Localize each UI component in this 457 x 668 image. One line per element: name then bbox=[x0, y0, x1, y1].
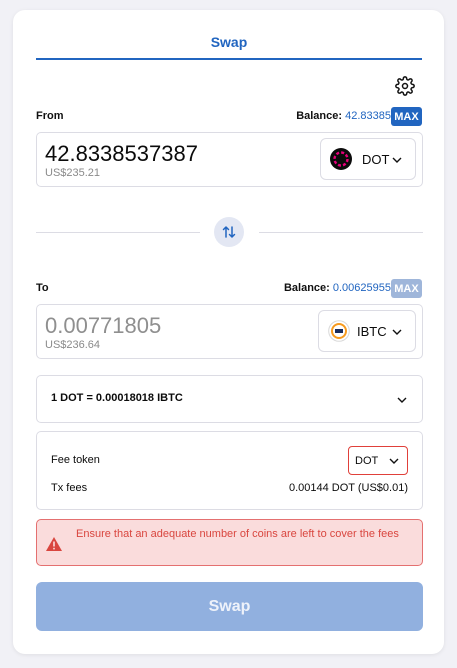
warning-alert: Ensure that an adequate number of coins … bbox=[36, 519, 423, 566]
fee-token-select[interactable]: DOT bbox=[348, 446, 408, 475]
to-balance: Balance: 0.00625955 bbox=[284, 282, 391, 294]
from-amount-input[interactable]: 42.8338537387 bbox=[45, 141, 198, 167]
chevron-down-icon bbox=[392, 157, 402, 163]
interbtc-icon bbox=[328, 320, 350, 342]
to-max-button[interactable]: MAX bbox=[391, 279, 422, 298]
to-balance-label: Balance: bbox=[283, 282, 330, 294]
chevron-down-icon bbox=[389, 458, 399, 464]
fees-panel: Fee token DOT Tx fees 0.00144 DOT (US$0.… bbox=[36, 431, 423, 510]
swap-submit-button[interactable]: Swap bbox=[36, 582, 423, 631]
from-balance: Balance: 42.83385 bbox=[296, 110, 391, 122]
from-input-box: 42.8338537387 US$235.21 DOT bbox=[36, 132, 423, 187]
to-label: To bbox=[36, 282, 49, 294]
divider-right bbox=[259, 232, 423, 233]
from-token-label: DOT bbox=[362, 151, 390, 167]
from-max-button[interactable]: MAX bbox=[391, 107, 422, 126]
exchange-rate: 1 DOT = 0.00018018 IBTC bbox=[51, 392, 183, 404]
warning-text: Ensure that an adequate number of coins … bbox=[76, 528, 399, 540]
warning-icon bbox=[46, 537, 62, 551]
polkadot-icon bbox=[330, 148, 352, 170]
from-label: From bbox=[36, 110, 64, 122]
tx-fees-label: Tx fees bbox=[51, 482, 88, 494]
swap-arrows-icon bbox=[222, 226, 236, 238]
chevron-down-icon bbox=[392, 329, 402, 335]
from-balance-value: 42.83385 bbox=[345, 110, 391, 122]
fee-token-value: DOT bbox=[355, 454, 379, 467]
chevron-down-icon bbox=[397, 397, 407, 403]
from-token-select[interactable]: DOT bbox=[320, 138, 416, 180]
gear-icon[interactable] bbox=[395, 76, 415, 96]
tab-underline bbox=[36, 58, 422, 60]
to-token-label: IBTC bbox=[357, 323, 387, 339]
from-balance-label: Balance: bbox=[296, 110, 343, 122]
to-usd-value: US$236.64 bbox=[45, 339, 101, 351]
to-amount-input[interactable]: 0.00771805 bbox=[45, 313, 161, 339]
to-balance-value: 0.00625955 bbox=[332, 282, 391, 294]
fee-token-label: Fee token bbox=[51, 454, 100, 466]
tx-fees-value: 0.00144 DOT (US$0.01) bbox=[288, 482, 408, 494]
switch-tokens-button[interactable] bbox=[214, 217, 244, 247]
to-token-select[interactable]: IBTC bbox=[318, 310, 416, 352]
to-input-box: 0.00771805 US$236.64 IBTC bbox=[36, 304, 423, 359]
divider-left bbox=[36, 232, 200, 233]
from-usd-value: US$235.21 bbox=[45, 167, 101, 179]
rate-accordion[interactable]: 1 DOT = 0.00018018 IBTC bbox=[36, 375, 423, 423]
swap-card: Swap From Balance: 42.83385 MAX 42.83385… bbox=[13, 10, 444, 654]
